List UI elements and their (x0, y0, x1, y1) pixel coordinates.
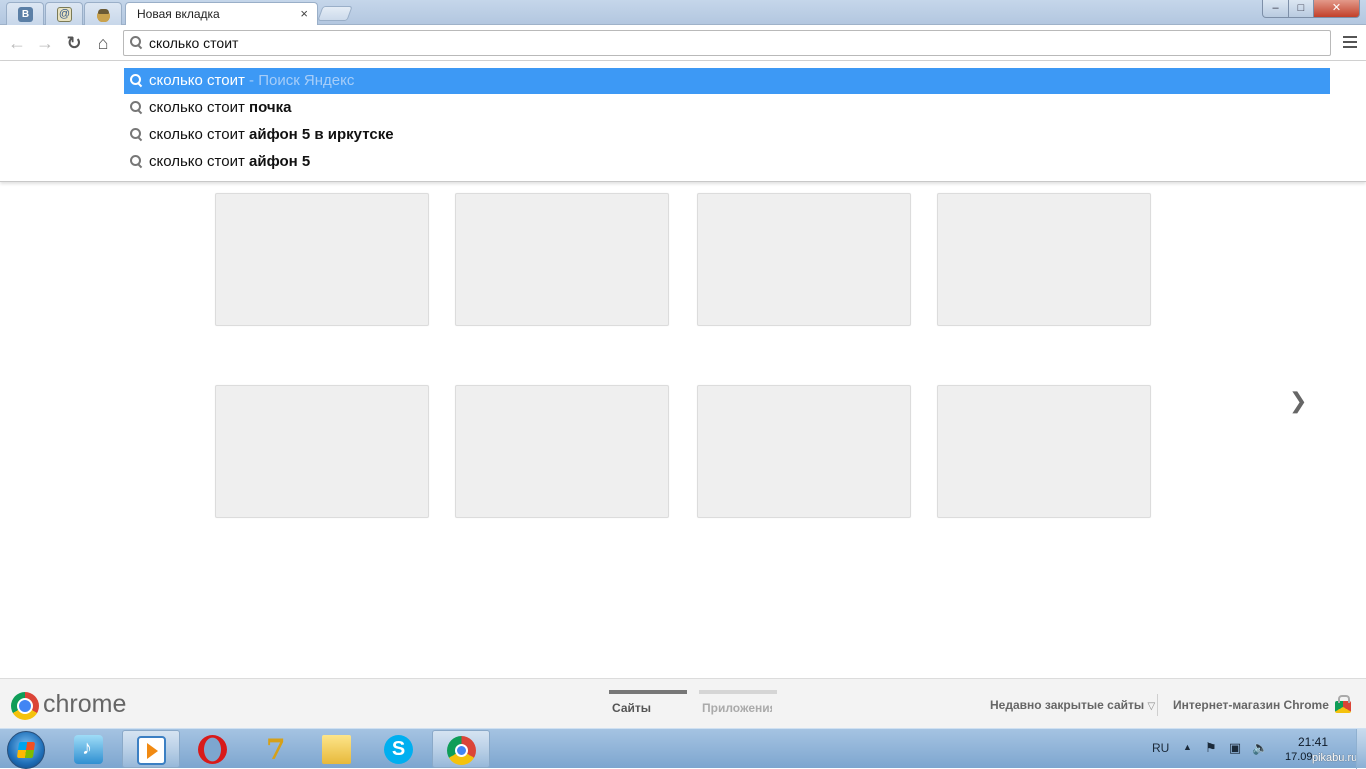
reload-button[interactable]: ↻ (63, 32, 85, 54)
search-icon (130, 155, 143, 168)
show-desktop-button[interactable] (1356, 729, 1366, 769)
vk-icon: B (18, 7, 33, 22)
clock-time[interactable]: 21:41 (1298, 735, 1328, 749)
menu-icon-bar (1343, 46, 1357, 48)
most-visited-tile[interactable] (215, 193, 429, 326)
music-player-icon (74, 735, 103, 764)
suggestion-item[interactable]: сколько стоит айфон 5 в иркутске (124, 122, 1330, 148)
web-store-link[interactable]: Интернет-магазин Chrome (1173, 698, 1329, 712)
pinned-tab-mail[interactable]: @ (45, 2, 83, 25)
omnibox-input[interactable] (149, 34, 1319, 52)
search-icon (130, 101, 143, 114)
volume-icon[interactable]: 🔈 (1252, 741, 1268, 755)
close-window-button[interactable]: ✕ (1313, 0, 1360, 18)
skype-icon: S (384, 735, 413, 764)
7zip-icon (260, 733, 289, 766)
chrome-logo-icon (11, 692, 39, 720)
pager-apps-label[interactable]: Приложения (702, 701, 772, 715)
mail-icon: @ (57, 7, 72, 22)
taskbar-opera[interactable] (184, 730, 242, 768)
forward-button[interactable]: → (34, 32, 56, 54)
clock-date[interactable]: 17.09. (1285, 751, 1316, 763)
back-button[interactable]: ← (6, 32, 28, 54)
omnibox-suggestions: сколько стоит - Поиск Яндекс сколько сто… (0, 61, 1366, 182)
show-hidden-icons-icon[interactable]: ▲ (1183, 742, 1192, 752)
folder-icon (322, 735, 351, 764)
tab-title: Новая вкладка (137, 7, 220, 21)
pager-bar-sites[interactable] (609, 690, 687, 694)
suggestion-text: сколько стоит айфон 5 в иркутске (149, 126, 394, 143)
taskbar-skype[interactable]: S (370, 730, 428, 768)
new-tab-button[interactable] (317, 6, 353, 21)
suggestion-item[interactable]: сколько стоит почка (124, 95, 1330, 121)
suggestion-text: сколько стоит айфон 5 (149, 153, 311, 170)
suggestion-text: сколько стоит почка (149, 99, 292, 116)
suggestion-item[interactable]: сколько стоит - Поиск Яндекс (124, 68, 1330, 94)
most-visited-tile[interactable] (455, 385, 669, 518)
chrome-wordmark: chrome (43, 690, 127, 718)
taskbar-chrome[interactable] (432, 730, 490, 768)
tab-new-tab[interactable]: Новая вкладка × (125, 2, 318, 26)
most-visited-tile[interactable] (937, 385, 1151, 518)
maximize-button[interactable]: □ (1288, 0, 1314, 18)
opera-icon (198, 735, 227, 764)
pinned-tab-vk[interactable]: B (6, 2, 44, 25)
pager-bar-apps[interactable] (699, 690, 777, 694)
taskbar-7zip[interactable] (246, 730, 304, 768)
next-page-icon[interactable]: ❯ (1289, 388, 1307, 414)
menu-icon-bar (1343, 41, 1357, 43)
omnibox[interactable] (123, 30, 1331, 56)
start-button[interactable] (7, 731, 45, 769)
home-button[interactable]: ⌂ (92, 32, 114, 54)
menu-icon-bar (1343, 36, 1357, 38)
search-icon (130, 36, 143, 49)
footer-divider (1157, 694, 1158, 716)
most-visited-tile[interactable] (697, 193, 911, 326)
pinned-tab-acorn[interactable] (84, 2, 122, 25)
watermark: pikabu.ru (1312, 752, 1358, 764)
most-visited-tile[interactable] (455, 193, 669, 326)
taskbar: S RU ▲ ⚑ ▣ 🔈 21:41 17.09. pikabu.ru (0, 728, 1366, 769)
action-center-flag-icon[interactable]: ⚑ (1204, 741, 1218, 755)
pager-sites-label[interactable]: Сайты (612, 701, 651, 715)
search-icon (130, 74, 143, 87)
network-icon[interactable]: ▣ (1228, 741, 1242, 755)
most-visited-tile[interactable] (937, 193, 1151, 326)
dropdown-arrow-icon: ▽ (1147, 701, 1156, 712)
most-visited-tile[interactable] (215, 385, 429, 518)
minimize-button[interactable]: – (1262, 0, 1289, 18)
web-store-icon[interactable] (1334, 695, 1352, 713)
taskbar-media-player[interactable] (122, 730, 180, 768)
most-visited-tile[interactable] (697, 385, 911, 518)
taskbar-file-manager[interactable] (308, 730, 366, 768)
media-player-icon (137, 736, 166, 765)
recently-closed-menu[interactable]: Недавно закрытые сайты ▽ (990, 698, 1155, 712)
language-indicator[interactable]: RU (1152, 741, 1169, 755)
close-tab-icon[interactable]: × (300, 6, 308, 21)
suggestion-item[interactable]: сколько стоит айфон 5 (124, 149, 1330, 175)
acorn-icon (96, 7, 111, 22)
suggestion-text: сколько стоит - Поиск Яндекс (149, 72, 355, 89)
ntp-footer: chrome Сайты Приложения Недавно закрытые… (0, 678, 1366, 728)
menu-button[interactable] (1340, 33, 1360, 53)
search-icon (130, 128, 143, 141)
taskbar-music-player[interactable] (60, 730, 118, 768)
suggestion-hint: - Поиск Яндекс (244, 72, 355, 89)
tab-strip: B @ Новая вкладка × – □ ✕ (0, 0, 1366, 26)
chrome-icon (447, 736, 476, 765)
toolbar: ← → ↻ ⌂ (0, 25, 1366, 61)
